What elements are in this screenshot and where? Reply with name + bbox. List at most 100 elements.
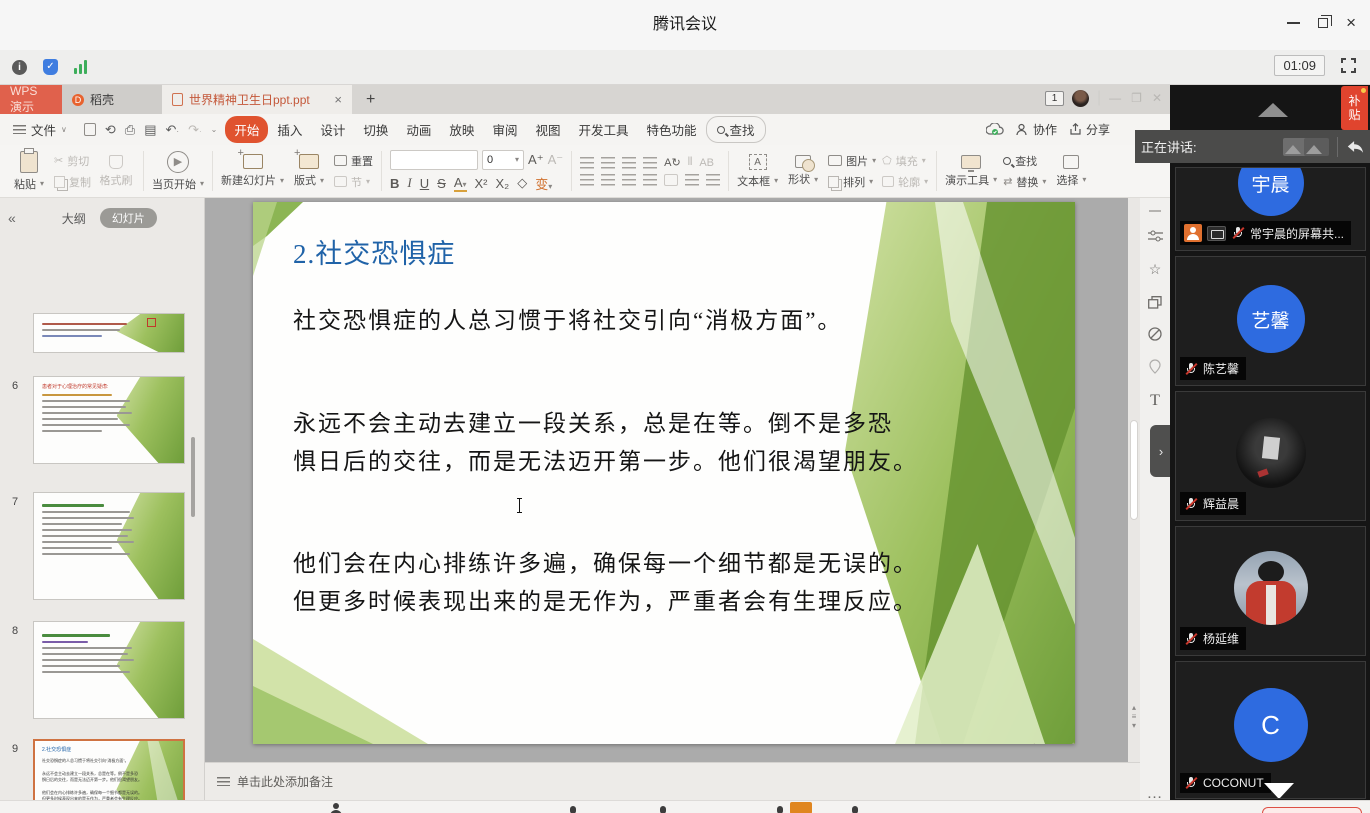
network-signal-icon[interactable] (74, 60, 87, 74)
toolbar-red-packet-badge[interactable] (790, 802, 812, 813)
paste-button[interactable]: 粘贴▾ (10, 151, 48, 192)
slide-thumbnail-8[interactable] (33, 621, 185, 719)
select-button[interactable]: 选择▾ (1052, 155, 1090, 188)
output-icon[interactable]: ⟲ (105, 122, 116, 138)
scroll-page-buttons[interactable]: ▴≡▾ (1130, 703, 1138, 730)
redo-icon[interactable]: ↷· (188, 122, 202, 138)
collapse-panel-icon[interactable] (1258, 103, 1288, 117)
text-box-button[interactable]: A 文本框▾ (737, 154, 778, 189)
preview-icon[interactable]: ▤ (144, 122, 156, 138)
reset-button[interactable]: 重置 (334, 153, 373, 169)
tab-outline[interactable]: 大纲 (62, 210, 86, 227)
menu-item-devtools[interactable]: 开发工具 (569, 116, 637, 143)
menu-item-features[interactable]: 特色功能 (637, 116, 705, 143)
cloud-sync-icon[interactable] (986, 123, 1004, 136)
location-pin-icon[interactable] (1149, 359, 1161, 374)
font-name-input[interactable] (390, 150, 478, 170)
participant-tile[interactable]: 杨延维 (1175, 526, 1366, 656)
find-button[interactable]: 查找 (1003, 153, 1046, 169)
sidebar-scrollbar[interactable] (191, 437, 195, 517)
bold-button[interactable]: B (390, 176, 399, 191)
participants-toolbar-icon[interactable] (330, 803, 342, 813)
tab-close-icon[interactable]: × (334, 92, 342, 107)
minimize-icon[interactable] (1287, 22, 1300, 24)
italic-button[interactable]: I (407, 175, 411, 191)
file-menu[interactable]: 文件∨ (4, 116, 76, 143)
superscript-icon[interactable]: X² (475, 176, 488, 191)
strike-button[interactable]: S (437, 176, 446, 191)
increase-indent-icon[interactable] (643, 157, 657, 169)
slide-thumbnail-6[interactable]: 患者对于心理治疗的常见疑虑: (33, 376, 185, 464)
toolbar-icon-partial[interactable] (660, 806, 666, 813)
shapes-button[interactable]: 形状▾ (784, 155, 822, 187)
tab-wps-home[interactable]: WPS 演示 (0, 85, 62, 114)
menu-item-view[interactable]: 视图 (526, 116, 569, 143)
user-avatar[interactable] (1072, 90, 1089, 107)
tab-slides[interactable]: 幻灯片 (100, 208, 157, 228)
layout-button[interactable]: 版式▾ (290, 154, 328, 188)
bullet-list-icon[interactable] (580, 157, 594, 169)
object-properties-icon[interactable] (1148, 230, 1163, 243)
underline-button[interactable]: U (420, 176, 429, 191)
align-left-icon[interactable] (580, 174, 594, 186)
current-slide[interactable]: 2.社交恐惧症 社交恐惧症的人总习惯于将社交引向“消极方面”。 永远不会主动去建… (253, 202, 1075, 744)
font-color-icon[interactable]: A▾ (454, 175, 467, 192)
font-size-input[interactable]: 0▾ (482, 150, 524, 170)
layers-icon[interactable] (1148, 296, 1162, 309)
close-icon[interactable]: × (1346, 16, 1356, 30)
numbered-list-icon[interactable] (601, 157, 615, 169)
meeting-info-icon[interactable]: i (12, 60, 27, 75)
reply-arrow-icon[interactable] (1346, 139, 1364, 154)
print-icon[interactable]: ⎙ (125, 122, 135, 138)
security-shield-icon[interactable]: ✓ (43, 59, 58, 75)
menu-item-insert[interactable]: 插入 (268, 116, 311, 143)
save-icon[interactable] (84, 123, 96, 136)
undo-icon[interactable]: ↶· (165, 122, 179, 138)
presentation-tools-button[interactable]: 演示工具▾ (945, 155, 997, 188)
text-effects-icon[interactable]: 变▾ (535, 174, 552, 193)
canvas-scrollbar[interactable]: ▴≡▾ (1128, 198, 1140, 762)
align-center-icon[interactable] (601, 174, 615, 186)
line-spacing-icon[interactable] (685, 174, 699, 186)
columns-icon[interactable]: ⫴ (688, 156, 693, 169)
copy-button[interactable]: 复制 (54, 174, 91, 190)
notes-bar[interactable]: 单击此处添加备注 (205, 762, 1140, 800)
slide-thumbnail-partial[interactable] (33, 313, 185, 353)
menu-item-design[interactable]: 设计 (311, 116, 354, 143)
toolbar-icon-partial[interactable] (777, 806, 783, 813)
wps-minimize-icon[interactable]: — (1109, 91, 1121, 105)
tab-docer-store[interactable]: D 稻壳 (62, 85, 162, 114)
clear-format-icon[interactable]: ◇ (517, 175, 527, 191)
subscript-icon[interactable]: X₂ (496, 176, 510, 191)
wps-restore-icon[interactable]: ❐ (1131, 91, 1142, 105)
participant-tile[interactable]: 辉益晨 (1175, 391, 1366, 521)
collapse-sidebar-icon[interactable]: « (0, 210, 24, 226)
fullscreen-icon[interactable] (1341, 58, 1356, 73)
replace-button[interactable]: ⇄替换▾ (1003, 174, 1046, 190)
new-tab-button[interactable]: + (352, 85, 389, 114)
restore-icon[interactable] (1318, 18, 1328, 28)
expand-panel-tab[interactable]: › (1150, 425, 1172, 477)
canvas-scrollbar-thumb[interactable] (1130, 420, 1138, 520)
scroll-down-icon[interactable] (1264, 783, 1294, 799)
animation-pane-icon[interactable]: ☆ (1149, 261, 1162, 278)
slide-thumbnail-7[interactable] (33, 492, 185, 600)
increase-font-icon[interactable]: A⁺ (528, 152, 544, 168)
outline-button[interactable]: 轮廓▾ (882, 174, 928, 190)
justify-icon[interactable] (643, 174, 657, 186)
menu-item-review[interactable]: 审阅 (483, 116, 526, 143)
share-button[interactable]: 分享 (1069, 121, 1110, 138)
new-slide-button[interactable]: 新建幻灯片▾ (221, 154, 284, 188)
menu-item-transition[interactable]: 切换 (354, 116, 397, 143)
section-button[interactable]: 节▾ (334, 174, 373, 190)
subsidy-badge[interactable]: 补贴 (1341, 86, 1368, 130)
collaborate-button[interactable]: 协作 (1016, 121, 1057, 138)
distribute-icon[interactable] (664, 174, 678, 186)
wps-close-icon[interactable]: ✕ (1152, 91, 1162, 105)
play-from-current-button[interactable]: ▶ 当页开始▾ (152, 151, 204, 192)
decrease-indent-icon[interactable] (622, 157, 636, 169)
align-text-icon[interactable]: AB (699, 157, 714, 169)
fill-button[interactable]: ⬠填充▾ (882, 153, 928, 169)
format-painter-button[interactable]: 格式刷 (97, 155, 135, 188)
toolbar-icon-partial[interactable] (852, 806, 858, 813)
